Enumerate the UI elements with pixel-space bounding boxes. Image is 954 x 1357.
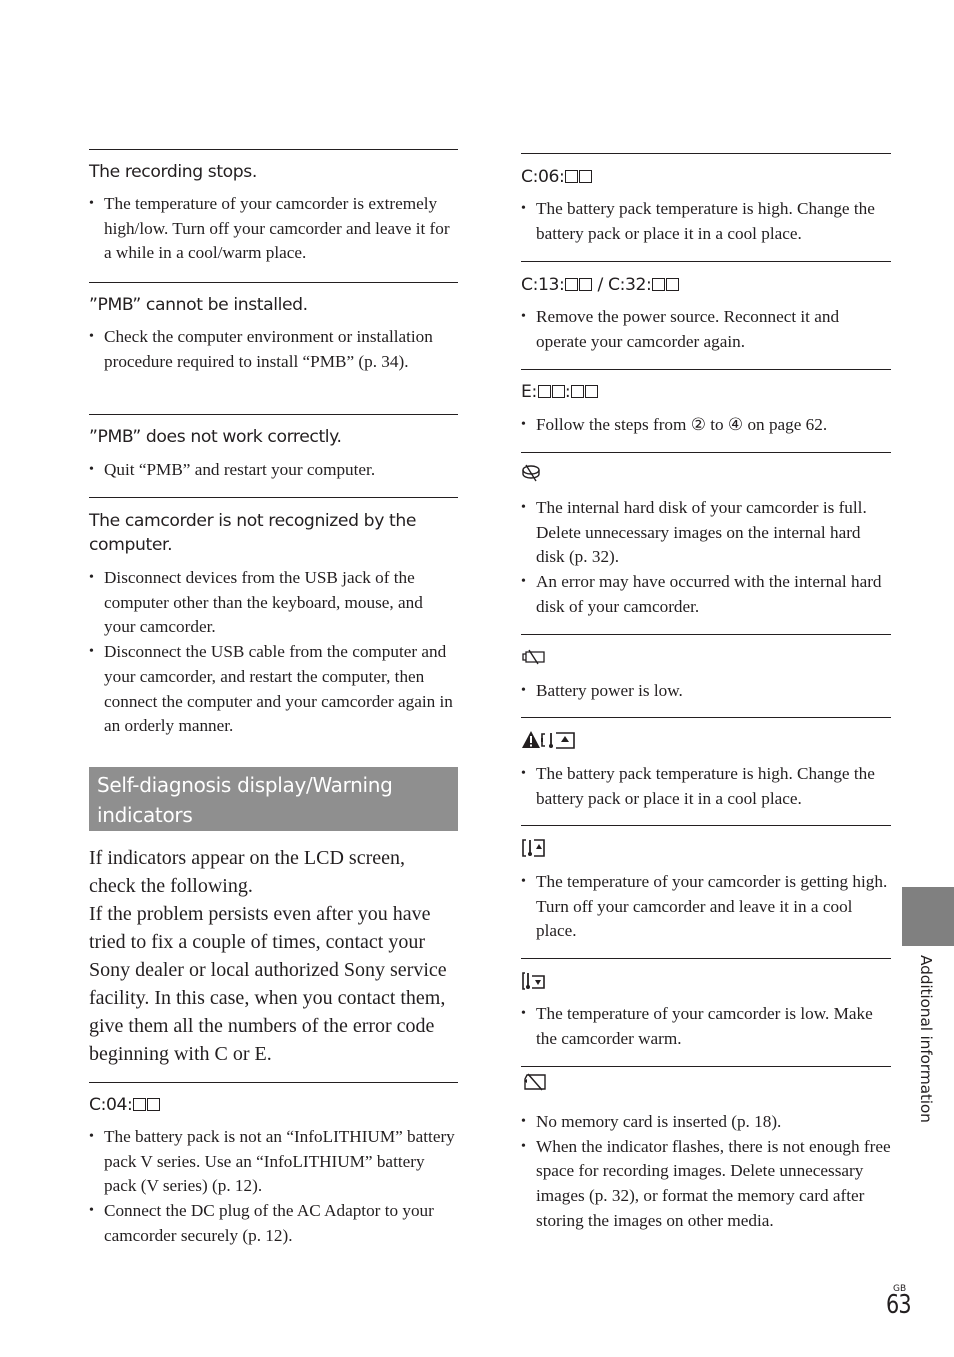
divider: [89, 1082, 458, 1083]
list-item: Disconnect devices from the USB jack of …: [89, 566, 458, 640]
error-code-prefix: C:32:: [607, 275, 652, 295]
list-item: Quit “PMB” and restart your computer.: [89, 458, 458, 483]
bullet-list: The battery pack is not an “InfoLITHIUM”…: [89, 1125, 458, 1249]
error-code-heading: C:13: / C:32:: [521, 273, 891, 297]
list-item: Check the computer environment or instal…: [89, 325, 458, 374]
placeholder-digit-box: [579, 278, 593, 291]
entry-heading: The camcorder is not recognized by the c…: [89, 511, 417, 555]
divider: [521, 825, 891, 826]
battery-temperature-warning-icon: [522, 731, 575, 749]
list-item: When the indicator flashes, there is not…: [521, 1135, 891, 1234]
no-memory-card-icon: [524, 1073, 546, 1091]
bullet-list: The temperature of your camcorder is get…: [521, 870, 891, 944]
bullet-list: Disconnect devices from the USB jack of …: [89, 566, 458, 739]
divider: [521, 369, 891, 370]
text-segment: Follow the steps from: [536, 415, 691, 434]
list-item: Disconnect the USB cable from the comput…: [89, 640, 458, 739]
list-item: Remove the power source. Reconnect it an…: [521, 305, 891, 354]
entry-heading: ”PMB” does not work correctly.: [89, 427, 342, 447]
temperature-low-icon: [522, 972, 545, 990]
bullet-list: The internal hard disk of your camcorder…: [521, 496, 891, 620]
bullet-list: The temperature of your camcorder is low…: [521, 1002, 891, 1051]
placeholder-digit-box: [551, 385, 565, 398]
bullet-list: Quit “PMB” and restart your computer.: [89, 458, 458, 483]
step-4-icon: ④: [727, 415, 744, 435]
placeholder-digit-box: [133, 1098, 147, 1111]
placeholder-digit-box: [571, 385, 585, 398]
section-tab-label: Additional information: [917, 955, 935, 1123]
bullet-list: Follow the steps from ② to ④ on page 62.: [521, 413, 891, 438]
bullet-list: The battery pack temperature is high. Ch…: [521, 197, 891, 246]
divider: [89, 497, 458, 498]
bullet-list: Check the computer environment or instal…: [89, 325, 458, 374]
entry-heading: ”PMB” cannot be installed.: [89, 295, 308, 315]
section-title: Self-diagnosis display/Warning indicator…: [97, 773, 393, 827]
temperature-high-icon: [522, 839, 545, 857]
page-number: 63: [886, 1290, 912, 1320]
placeholder-digit-box: [579, 170, 593, 183]
bullet-list: The battery pack temperature is high. Ch…: [521, 762, 891, 811]
list-item: An error may have occurred with the inte…: [521, 570, 891, 619]
list-item: Battery power is low.: [521, 679, 891, 704]
divider: [521, 717, 891, 718]
list-item: The internal hard disk of your camcorder…: [521, 496, 891, 570]
divider: [521, 634, 891, 635]
list-item: Follow the steps from ② to ④ on page 62.: [521, 413, 891, 438]
intro-paragraph: If indicators appear on the LCD screen, …: [89, 844, 458, 1068]
error-code-heading: E::: [521, 380, 891, 404]
intro-line: If the problem persists even after you h…: [89, 903, 447, 1065]
text-segment: to: [705, 415, 728, 434]
entry-heading: The recording stops.: [89, 162, 257, 182]
list-item: The battery pack is not an “InfoLITHIUM”…: [89, 1125, 458, 1199]
list-item: The battery pack temperature is high. Ch…: [521, 197, 891, 246]
placeholder-digit-box: [565, 170, 579, 183]
divider: [89, 282, 458, 283]
hard-disk-error-icon: [522, 464, 540, 482]
section-title-banner: Self-diagnosis display/Warning indicator…: [89, 767, 458, 831]
list-item: The temperature of your camcorder is get…: [521, 870, 891, 944]
list-item: Connect the DC plug of the AC Adaptor to…: [89, 1199, 458, 1248]
error-code-prefix: C:13:: [521, 275, 565, 295]
error-code-prefix: C:06:: [521, 167, 565, 187]
divider: [521, 261, 891, 262]
divider: [521, 452, 891, 453]
code-separator: /: [592, 275, 608, 295]
intro-line: If indicators appear on the LCD screen, …: [89, 847, 405, 897]
placeholder-digit-box: [565, 278, 579, 291]
error-code-heading: C:06:: [521, 165, 891, 189]
placeholder-digit-box: [666, 278, 680, 291]
bullet-list: The temperature of your camcorder is ext…: [89, 192, 458, 266]
divider: [521, 153, 891, 154]
placeholder-digit-box: [585, 385, 599, 398]
error-code-prefix: E:: [521, 382, 537, 402]
error-code-heading: C:04:: [89, 1093, 458, 1117]
divider: [89, 149, 458, 150]
placeholder-digit-box: [652, 278, 666, 291]
placeholder-digit-box: [147, 1098, 161, 1111]
list-item: The temperature of your camcorder is low…: [521, 1002, 891, 1051]
bullet-list: No memory card is inserted (p. 18). When…: [521, 1110, 891, 1234]
error-code-prefix: C:04:: [89, 1095, 133, 1115]
code-colon: :: [564, 382, 571, 402]
battery-low-icon: [522, 649, 545, 665]
placeholder-digit-box: [537, 385, 551, 398]
divider: [89, 414, 458, 415]
bullet-list: Battery power is low.: [521, 679, 891, 704]
divider: [521, 1066, 891, 1067]
list-item: The temperature of your camcorder is ext…: [89, 192, 458, 266]
text-segment: on page 62.: [743, 415, 828, 434]
list-item: The battery pack temperature is high. Ch…: [521, 762, 891, 811]
divider: [521, 958, 891, 959]
step-2-icon: ②: [690, 415, 706, 435]
bullet-list: Remove the power source. Reconnect it an…: [521, 305, 891, 354]
section-tab-marker: [902, 887, 954, 946]
list-item: No memory card is inserted (p. 18).: [521, 1110, 891, 1135]
